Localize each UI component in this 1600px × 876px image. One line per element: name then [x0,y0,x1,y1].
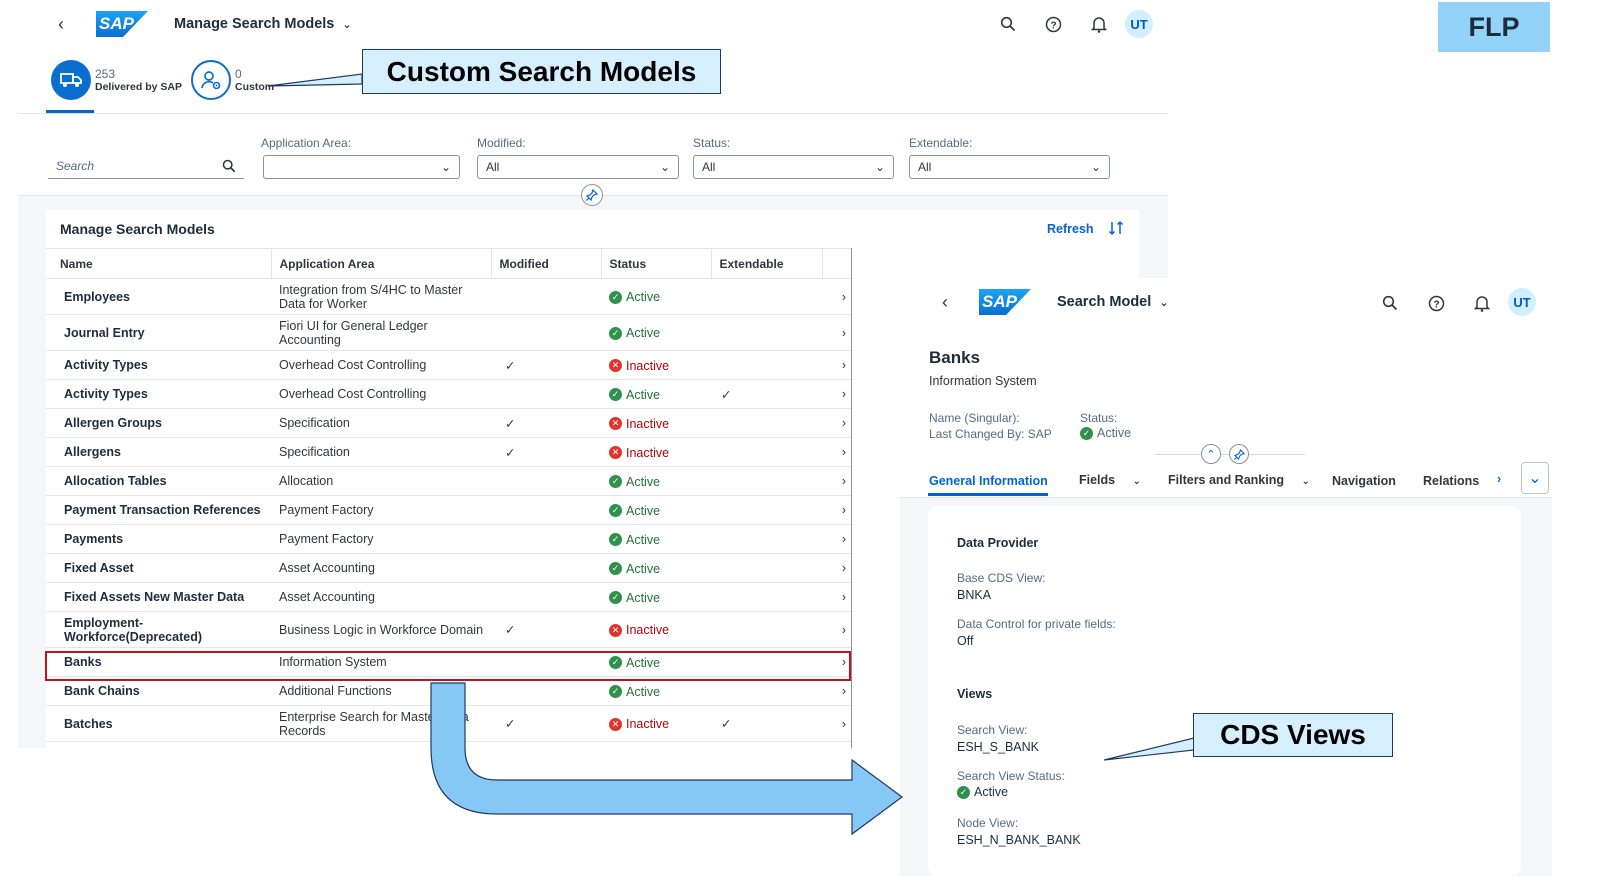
flow-arrow [430,682,904,836]
callout-custom-search-models: Custom Search Models [362,49,721,94]
flp-badge: FLP [1438,2,1550,52]
callout-pointer-custom [267,73,363,87]
callout-pointer-cds [1103,737,1195,761]
callout-cds-views: CDS Views [1193,713,1393,757]
